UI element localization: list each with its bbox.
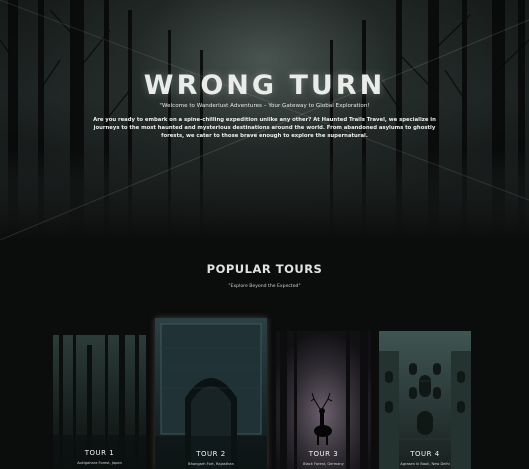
- tour-location: Aokigahara Forest, Japan: [77, 461, 122, 465]
- hero-description: Are you ready to embark on a spine-chill…: [93, 117, 436, 140]
- popular-tours-subtitle: "Explore Beyond the Expected": [228, 284, 301, 289]
- tour-location: Agrasen ki Baoli, New Delhi: [400, 462, 450, 466]
- tour-card-2[interactable]: TOUR 2 Bhangarh Fort, Rajasthan: [155, 318, 267, 469]
- tour-label: TOUR 4: [410, 450, 440, 458]
- tour-location: Bhangarh Fort, Rajasthan: [188, 462, 234, 466]
- hero-banner: WRONG TURN "Welcome to Wanderlust Advent…: [0, 0, 529, 240]
- tour-card-4[interactable]: TOUR 4 Agrasen ki Baoli, New Delhi: [379, 331, 471, 469]
- tour-label: TOUR 3: [308, 450, 339, 458]
- site-title: WRONG TURN: [143, 70, 386, 101]
- stepwell-image: [379, 331, 471, 469]
- tour-label: TOUR 1: [84, 449, 115, 457]
- tour-card-3[interactable]: TOUR 3 Black Forest, Germany: [276, 331, 371, 469]
- deer-forest-image: [276, 331, 371, 469]
- hero-tagline: "Welcome to Wanderlust Adventures – Your…: [159, 103, 370, 109]
- tour-label: TOUR 2: [196, 450, 226, 458]
- tour-location: Black Forest, Germany: [303, 462, 344, 466]
- popular-tours-heading: POPULAR TOURS: [206, 262, 323, 276]
- fort-gate-image: [155, 318, 267, 469]
- tour-card-1[interactable]: TOUR 1 Aokigahara Forest, Japan: [53, 335, 146, 469]
